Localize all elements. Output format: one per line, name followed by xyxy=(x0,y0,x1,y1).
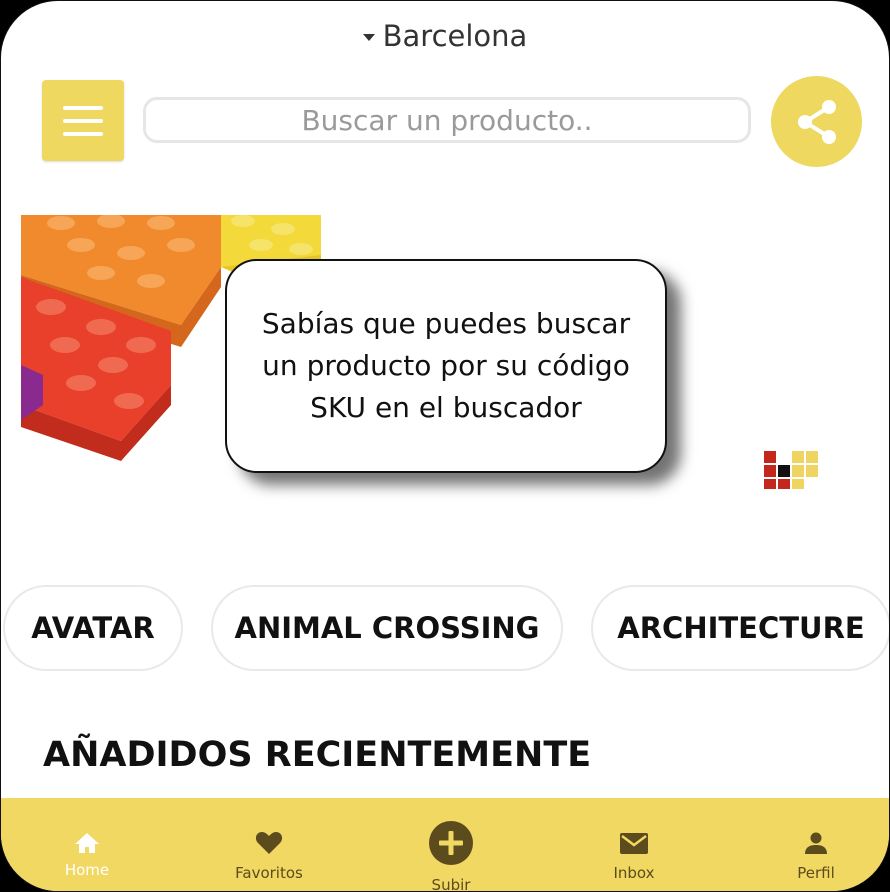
hamburger-line xyxy=(63,131,103,136)
share-icon xyxy=(797,99,836,144)
nav-label: Favoritos xyxy=(235,864,303,882)
heart-icon xyxy=(255,832,283,854)
search-bar[interactable] xyxy=(143,97,751,143)
home-icon xyxy=(75,833,99,853)
location-selector[interactable]: Barcelona xyxy=(1,19,889,53)
plus-icon xyxy=(429,821,473,865)
menu-button[interactable] xyxy=(42,80,124,161)
caret-down-icon xyxy=(362,33,375,41)
category-chip[interactable]: ARCHITECTURE xyxy=(591,585,889,671)
bottom-navigation: Home Favoritos Subir Inbox Perfil xyxy=(1,798,889,892)
share-button[interactable] xyxy=(771,76,862,167)
nav-item-subir[interactable]: Subir xyxy=(411,798,491,892)
hamburger-line xyxy=(63,118,103,123)
hamburger-line xyxy=(63,105,103,110)
search-input[interactable] xyxy=(146,102,748,138)
location-city: Barcelona xyxy=(382,19,528,53)
user-icon xyxy=(805,832,827,854)
nav-label: Home xyxy=(64,861,110,879)
category-chip[interactable]: AVATAR xyxy=(3,585,183,671)
nav-item-perfil[interactable]: Perfil xyxy=(776,798,856,891)
banner-message: Sabías que puedes buscar un producto por… xyxy=(225,259,667,473)
nav-label: Perfil xyxy=(797,864,835,882)
category-chip[interactable]: ANIMAL CROSSING xyxy=(211,585,563,671)
app-screen: Barcelona Buscar un producto.. Sabías qu… xyxy=(0,0,890,892)
section-title-recent: AÑADIDOS RECIENTEMENTE xyxy=(43,735,592,775)
nav-item-inbox[interactable]: Inbox xyxy=(594,798,674,891)
nav-label: Inbox xyxy=(613,864,655,882)
nav-label: Subir xyxy=(431,876,471,892)
nav-item-home[interactable]: Home xyxy=(47,798,127,891)
mail-icon xyxy=(620,833,648,854)
nav-item-favoritos[interactable]: Favoritos xyxy=(229,798,309,891)
